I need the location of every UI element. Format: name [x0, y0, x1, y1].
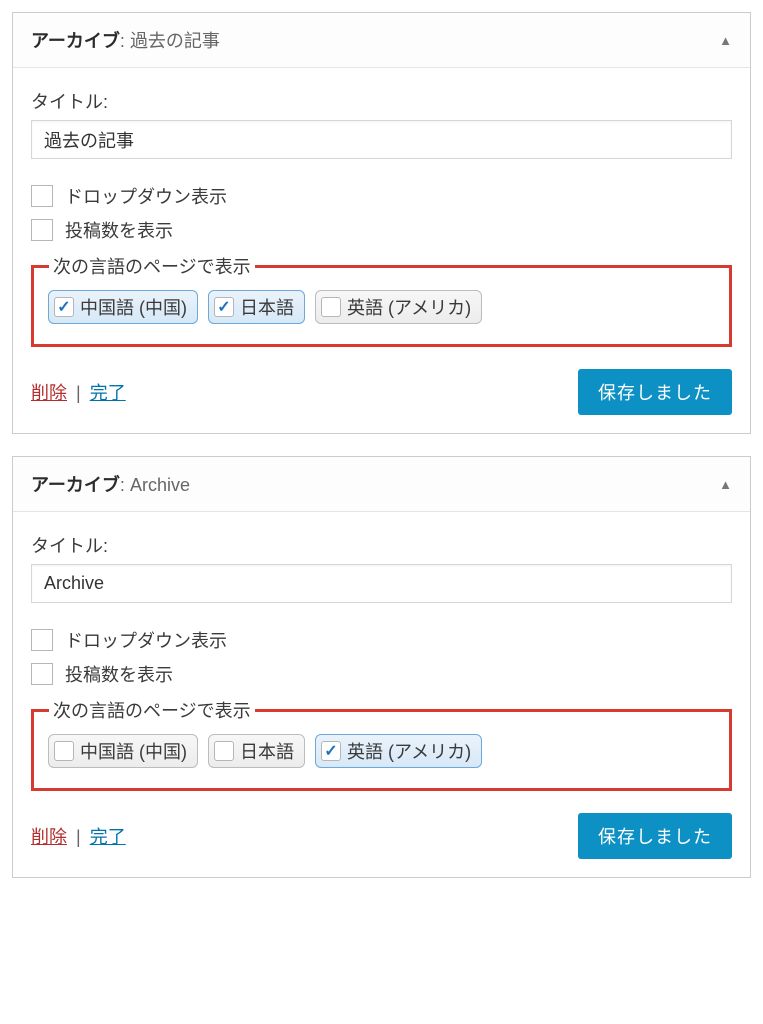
checkbox-icon[interactable]	[321, 297, 341, 317]
language-fieldset: 次の言語のページで表示 中国語 (中国) 日本語 英語 (アメリカ)	[31, 265, 732, 347]
lang-chip-japanese[interactable]: 日本語	[208, 734, 305, 768]
done-link[interactable]: 完了	[90, 383, 126, 403]
separator: |	[76, 383, 81, 403]
checkbox-icon[interactable]	[214, 297, 234, 317]
widget-footer: 削除 | 完了 保存しました	[31, 369, 732, 415]
widget-title: アーカイブ: Archive	[31, 471, 190, 497]
collapse-icon[interactable]: ▲	[719, 477, 732, 492]
checkbox-icon[interactable]	[31, 629, 53, 651]
show-count-option[interactable]: 投稿数を表示	[31, 661, 732, 687]
lang-label: 日本語	[240, 294, 294, 320]
option-label: 投稿数を表示	[65, 217, 173, 243]
lang-label: 中国語 (中国)	[80, 738, 187, 764]
separator: |	[76, 827, 81, 847]
checkbox-icon[interactable]	[31, 663, 53, 685]
delete-link[interactable]: 削除	[31, 383, 67, 403]
lang-label: 中国語 (中国)	[80, 294, 187, 320]
checkbox-icon[interactable]	[31, 185, 53, 207]
lang-chip-english[interactable]: 英語 (アメリカ)	[315, 734, 482, 768]
saved-button[interactable]: 保存しました	[578, 813, 732, 859]
lang-chip-chinese[interactable]: 中国語 (中国)	[48, 734, 198, 768]
widget-footer: 削除 | 完了 保存しました	[31, 813, 732, 859]
widget-title: アーカイブ: 過去の記事	[31, 27, 220, 53]
lang-chip-japanese[interactable]: 日本語	[208, 290, 305, 324]
saved-button[interactable]: 保存しました	[578, 369, 732, 415]
done-link[interactable]: 完了	[90, 827, 126, 847]
collapse-icon[interactable]: ▲	[719, 33, 732, 48]
lang-chip-english[interactable]: 英語 (アメリカ)	[315, 290, 482, 324]
checkbox-icon[interactable]	[214, 741, 234, 761]
title-input[interactable]	[31, 120, 732, 159]
footer-links: 削除 | 完了	[31, 379, 126, 405]
title-label: タイトル:	[31, 88, 732, 114]
show-count-option[interactable]: 投稿数を表示	[31, 217, 732, 243]
option-label: ドロップダウン表示	[65, 183, 227, 209]
title-label: タイトル:	[31, 532, 732, 558]
checkbox-icon[interactable]	[321, 741, 341, 761]
option-label: ドロップダウン表示	[65, 627, 227, 653]
title-input[interactable]	[31, 564, 732, 603]
lang-label: 英語 (アメリカ)	[347, 294, 471, 320]
checkbox-icon[interactable]	[31, 219, 53, 241]
footer-links: 削除 | 完了	[31, 823, 126, 849]
option-label: 投稿数を表示	[65, 661, 173, 687]
delete-link[interactable]: 削除	[31, 827, 67, 847]
widget-header[interactable]: アーカイブ: 過去の記事 ▲	[13, 13, 750, 68]
lang-label: 日本語	[240, 738, 294, 764]
archive-widget: アーカイブ: 過去の記事 ▲ タイトル: ドロップダウン表示 投稿数を表示 次の…	[12, 12, 751, 434]
checkbox-icon[interactable]	[54, 297, 74, 317]
dropdown-option[interactable]: ドロップダウン表示	[31, 627, 732, 653]
widget-header[interactable]: アーカイブ: Archive ▲	[13, 457, 750, 512]
widget-body: タイトル: ドロップダウン表示 投稿数を表示 次の言語のページで表示 中国語 (…	[13, 512, 750, 877]
checkbox-icon[interactable]	[54, 741, 74, 761]
fieldset-legend: 次の言語のページで表示	[49, 697, 255, 723]
language-fieldset: 次の言語のページで表示 中国語 (中国) 日本語 英語 (アメリカ)	[31, 709, 732, 791]
fieldset-legend: 次の言語のページで表示	[49, 253, 255, 279]
widget-body: タイトル: ドロップダウン表示 投稿数を表示 次の言語のページで表示 中国語 (…	[13, 68, 750, 433]
lang-label: 英語 (アメリカ)	[347, 738, 471, 764]
lang-chip-chinese[interactable]: 中国語 (中国)	[48, 290, 198, 324]
archive-widget: アーカイブ: Archive ▲ タイトル: ドロップダウン表示 投稿数を表示 …	[12, 456, 751, 878]
dropdown-option[interactable]: ドロップダウン表示	[31, 183, 732, 209]
